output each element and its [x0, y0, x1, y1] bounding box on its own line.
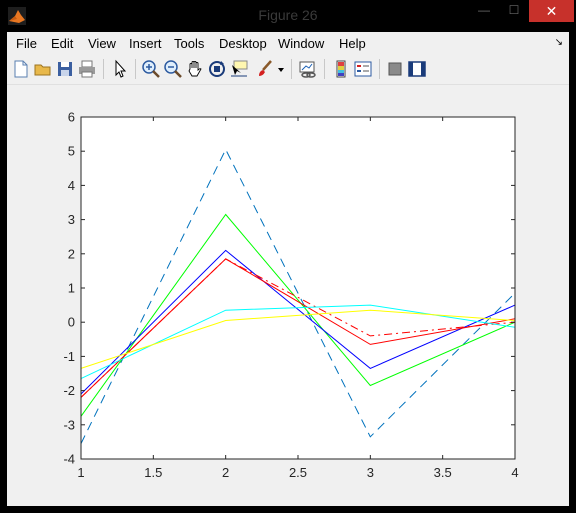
- y-tick-label: 2: [68, 246, 75, 261]
- menu-window[interactable]: Window: [278, 36, 324, 51]
- toolbar-separator: [379, 59, 380, 79]
- open-file-icon[interactable]: [33, 59, 53, 79]
- print-icon[interactable]: [77, 59, 97, 79]
- title-bar[interactable]: Figure 26 — ☐ ✕: [0, 0, 576, 32]
- data-cursor-icon[interactable]: [229, 59, 249, 79]
- figure-window: Figure 26 — ☐ ✕ File Edit View Insert To…: [0, 0, 576, 513]
- menu-file[interactable]: File: [16, 36, 37, 51]
- toolbar-separator: [291, 59, 292, 79]
- brush-dropdown-icon[interactable]: [276, 59, 286, 79]
- x-tick-label: 4: [511, 465, 518, 480]
- y-tick-label: -4: [63, 452, 75, 467]
- hide-plot-tools-icon[interactable]: [385, 59, 405, 79]
- x-tick-label: 3: [367, 465, 374, 480]
- zoom-in-icon[interactable]: [141, 59, 161, 79]
- dock-arrow-icon[interactable]: ↘: [555, 37, 563, 48]
- y-tick-label: -3: [63, 417, 75, 432]
- brush-icon[interactable]: [255, 59, 275, 79]
- menu-tools[interactable]: Tools: [174, 36, 204, 51]
- pan-hand-icon[interactable]: [185, 59, 205, 79]
- insert-colorbar-icon[interactable]: [331, 59, 351, 79]
- toolbar-separator: [324, 59, 325, 79]
- x-tick-label: 1: [77, 465, 84, 480]
- toolbar-separator: [103, 59, 104, 79]
- zoom-out-icon[interactable]: [163, 59, 183, 79]
- x-tick-label: 3.5: [434, 465, 452, 480]
- menu-view[interactable]: View: [88, 36, 116, 51]
- insert-legend-icon[interactable]: [353, 59, 373, 79]
- maximize-button[interactable]: ☐: [500, 0, 528, 22]
- y-tick-label: 5: [68, 144, 75, 159]
- y-tick-label: -2: [63, 383, 75, 398]
- x-tick-label: 2: [222, 465, 229, 480]
- link-plot-icon[interactable]: [298, 59, 318, 79]
- y-tick-label: 0: [68, 315, 75, 330]
- menu-desktop[interactable]: Desktop: [219, 36, 267, 51]
- figure-area: 1 1.5 2 2.5 3 3.5 4 6 5 4 3 2 1 0 -1 -2 -3 -4: [7, 85, 569, 506]
- rotate-3d-icon[interactable]: [207, 59, 227, 79]
- y-tick-label: 6: [68, 110, 75, 125]
- edit-plot-arrow-icon[interactable]: [110, 59, 130, 79]
- y-tick-label: 3: [68, 212, 75, 227]
- menu-help[interactable]: Help: [339, 36, 366, 51]
- x-tick-label: 2.5: [289, 465, 307, 480]
- y-tick-label: 1: [68, 281, 75, 296]
- figure-toolbar: [7, 54, 569, 85]
- toolbar-separator: [135, 59, 136, 79]
- x-tick-label: 1.5: [144, 465, 162, 480]
- menu-bar: File Edit View Insert Tools Desktop Wind…: [7, 32, 569, 54]
- y-tick-label: -1: [63, 349, 75, 364]
- line-chart[interactable]: 1 1.5 2 2.5 3 3.5 4 6 5 4 3 2 1 0 -1 -2 -3 -4: [7, 85, 569, 506]
- minimize-button[interactable]: —: [470, 0, 498, 22]
- close-button[interactable]: ✕: [529, 0, 574, 22]
- save-icon[interactable]: [55, 59, 75, 79]
- axes-background: [81, 117, 515, 459]
- y-tick-label: 4: [68, 178, 75, 193]
- menu-insert[interactable]: Insert: [129, 36, 162, 51]
- show-plot-tools-icon[interactable]: [407, 59, 427, 79]
- new-figure-icon[interactable]: [11, 59, 31, 79]
- menu-edit[interactable]: Edit: [51, 36, 73, 51]
